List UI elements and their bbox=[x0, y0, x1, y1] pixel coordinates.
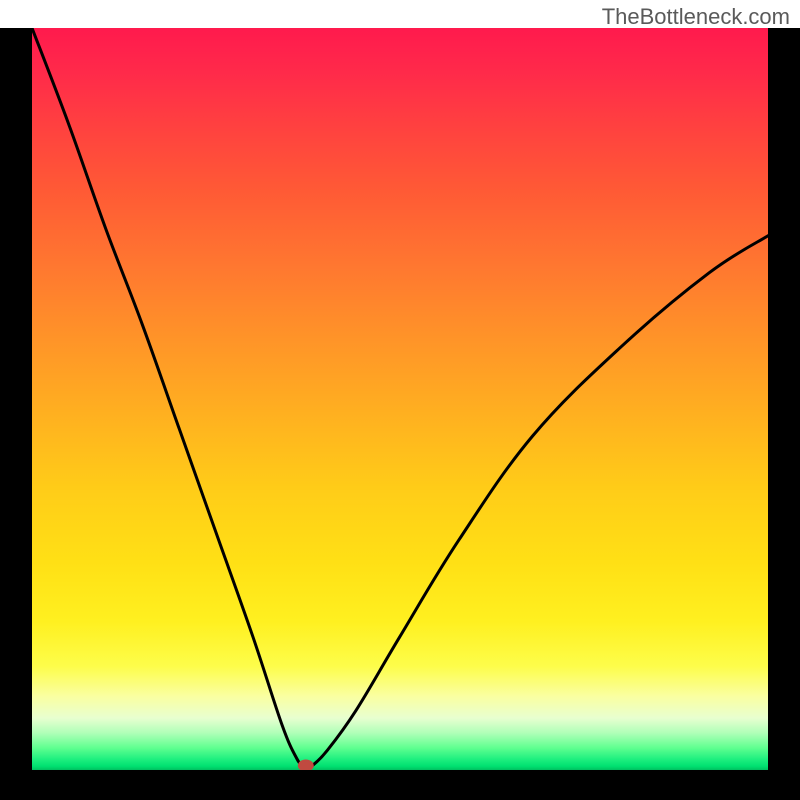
chart-svg bbox=[32, 28, 768, 770]
watermark-text: TheBottleneck.com bbox=[602, 4, 790, 30]
bottleneck-curve bbox=[32, 28, 768, 770]
optimal-point-marker bbox=[298, 760, 314, 770]
chart-frame bbox=[0, 28, 800, 800]
chart-plot-area bbox=[32, 28, 768, 770]
